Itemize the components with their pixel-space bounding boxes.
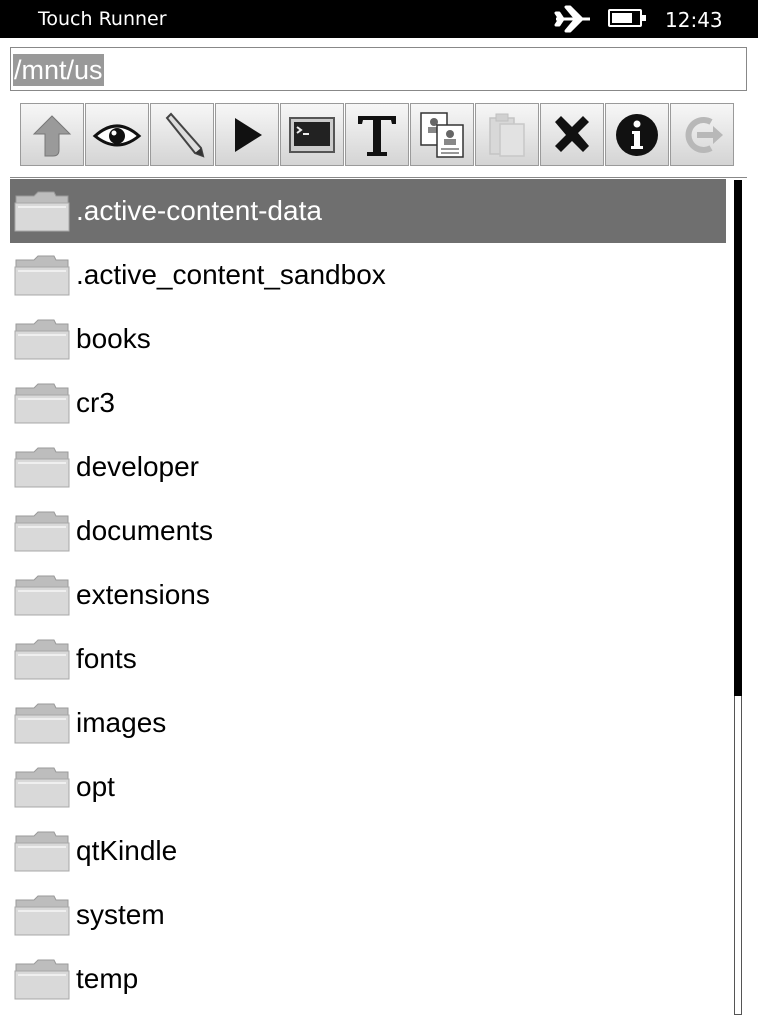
text-button[interactable]	[345, 103, 409, 166]
list-item[interactable]: .active-content-data	[10, 179, 726, 243]
text-icon	[358, 116, 396, 156]
folder-icon	[14, 319, 70, 360]
copy-icon	[420, 112, 464, 158]
pencil-icon	[165, 112, 205, 158]
file-name: .active-content-data	[76, 195, 322, 226]
file-name: documents	[76, 515, 213, 546]
edit-button[interactable]	[150, 103, 214, 166]
file-name: developer	[76, 451, 199, 482]
info-button[interactable]	[605, 103, 669, 166]
run-button[interactable]	[215, 103, 279, 166]
exit-icon	[685, 117, 723, 153]
file-name: .active_content_sandbox	[76, 259, 386, 290]
list-item[interactable]: temp	[10, 947, 726, 1011]
divider	[10, 177, 747, 178]
folder-icon	[14, 767, 70, 808]
folder-icon	[14, 639, 70, 680]
list-item[interactable]: developer	[10, 435, 726, 499]
file-name: books	[76, 323, 151, 354]
folder-icon	[14, 575, 70, 616]
info-icon	[616, 114, 658, 156]
file-name: cr3	[76, 387, 115, 418]
copy-button[interactable]	[410, 103, 474, 166]
folder-icon	[14, 831, 70, 872]
file-name: opt	[76, 771, 115, 802]
list-item[interactable]: qtKindle	[10, 819, 726, 883]
list-item[interactable]: opt	[10, 755, 726, 819]
delete-button[interactable]	[540, 103, 604, 166]
list-item[interactable]: cr3	[10, 371, 726, 435]
path-text: /mnt/us	[13, 54, 104, 86]
list-item[interactable]: books	[10, 307, 726, 371]
folder-icon	[14, 959, 70, 1000]
paste-icon	[489, 113, 525, 157]
folder-icon	[14, 383, 70, 424]
folder-icon	[14, 255, 70, 296]
clock: 12:43	[665, 8, 723, 32]
app-title: Touch Runner	[38, 8, 167, 30]
file-list: .active-content-data .active_content_sand…	[10, 179, 726, 1011]
toolbar	[20, 103, 734, 166]
list-item[interactable]: documents	[10, 499, 726, 563]
view-button[interactable]	[85, 103, 149, 166]
file-name: temp	[76, 963, 139, 994]
list-item[interactable]: images	[10, 691, 726, 755]
play-icon	[235, 118, 262, 152]
scrollbar-thumb[interactable]	[734, 180, 742, 696]
path-input[interactable]: /mnt/us	[10, 47, 747, 91]
folder-icon	[14, 511, 70, 552]
folder-icon	[14, 191, 70, 232]
list-item[interactable]: system	[10, 883, 726, 947]
delete-icon	[555, 116, 589, 152]
list-item[interactable]: fonts	[10, 627, 726, 691]
file-name: extensions	[76, 579, 210, 610]
folder-icon	[14, 447, 70, 488]
status-bar: Touch Runner 12:43	[0, 0, 758, 38]
airplane-icon	[554, 5, 590, 33]
file-name: fonts	[76, 643, 137, 674]
folder-icon	[14, 703, 70, 744]
list-item[interactable]: extensions	[10, 563, 726, 627]
battery-icon	[608, 9, 646, 27]
list-item[interactable]: .active_content_sandbox	[10, 243, 726, 307]
exit-button[interactable]	[670, 103, 734, 166]
file-name: qtKindle	[76, 835, 178, 866]
paste-button[interactable]	[475, 103, 539, 166]
terminal-button[interactable]	[280, 103, 344, 166]
terminal-icon	[289, 117, 335, 153]
up-button[interactable]	[20, 103, 84, 166]
file-name: images	[76, 707, 167, 738]
file-name: system	[76, 899, 165, 930]
eye-icon	[92, 124, 142, 147]
folder-icon	[14, 895, 70, 936]
up-arrow-icon	[32, 115, 72, 157]
